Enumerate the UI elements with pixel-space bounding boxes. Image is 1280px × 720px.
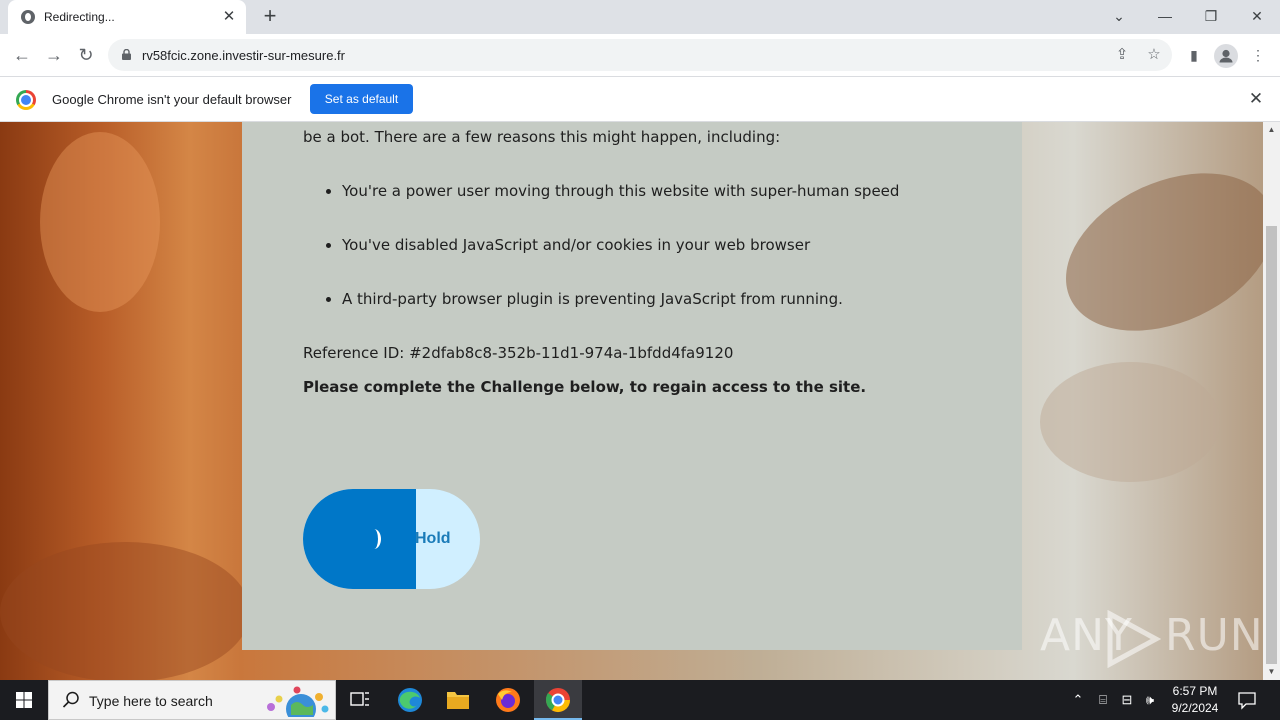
folder-icon: [447, 692, 469, 709]
watermark-text-right: RUN: [1165, 610, 1263, 661]
background-shape: [0, 542, 250, 680]
show-hidden-icons-icon[interactable]: ⌃: [1070, 690, 1086, 710]
back-arrow-icon[interactable]: ←: [9, 42, 35, 68]
share-icon[interactable]: ⇪: [1113, 46, 1131, 64]
task-view-button[interactable]: [336, 680, 384, 720]
profile-avatar[interactable]: [1214, 44, 1238, 68]
scroll-down-arrow-icon[interactable]: ▼: [1263, 664, 1280, 680]
globe-icon: [21, 10, 35, 24]
task-view-icon: [350, 692, 369, 706]
tab-strip: Redirecting... ✕ + ⌄ — ❐ ✕: [0, 0, 1280, 34]
clock-date: 9/2/2024: [1171, 701, 1219, 715]
page-scrollbar[interactable]: ▲ ▼: [1263, 122, 1280, 680]
background-shape: [1040, 142, 1263, 362]
chrome-taskbar-button[interactable]: [534, 680, 582, 720]
browser-tab[interactable]: Redirecting... ✕: [8, 0, 246, 34]
minimize-button[interactable]: —: [1150, 4, 1180, 28]
set-as-default-button[interactable]: Set as default: [310, 84, 413, 114]
reference-id: Reference ID: #2dfab8c8-352b-11d1-974a-1…: [303, 344, 734, 362]
list-item: A third-party browser plugin is preventi…: [342, 290, 899, 344]
system-clock[interactable]: 6:57 PM 9/2/2024: [1160, 683, 1230, 717]
lock-icon: [122, 49, 131, 60]
tab-close-icon[interactable]: ✕: [220, 8, 238, 26]
taskbar-search-box[interactable]: Type here to search: [48, 680, 336, 720]
hold-label: Hold: [415, 530, 451, 547]
list-item: You're a power user moving through this …: [342, 182, 899, 236]
close-window-button[interactable]: ✕: [1242, 4, 1272, 28]
spinner-icon: [367, 529, 381, 549]
new-tab-button[interactable]: +: [258, 5, 282, 29]
firefox-icon: [496, 688, 520, 712]
search-highlight-icon: [267, 686, 329, 717]
background-shape: [1040, 362, 1220, 482]
intro-text: be a bot. There are a few reasons this m…: [303, 128, 781, 146]
edge-taskbar-button[interactable]: [386, 680, 434, 720]
hold-progress-fill: [303, 489, 417, 589]
infobar-close-icon[interactable]: ✕: [1246, 89, 1266, 109]
tab-title: Redirecting...: [44, 10, 115, 24]
windows-taskbar: Type here to search ⌃ ⌸ ⊟ 🕪 6:57 PM 9/2/…: [0, 680, 1280, 720]
side-panel-icon[interactable]: ▮: [1183, 44, 1205, 66]
page-viewport: be a bot. There are a few reasons this m…: [0, 122, 1263, 680]
notification-icon[interactable]: [1236, 690, 1258, 710]
reasons-list: You're a power user moving through this …: [342, 182, 899, 344]
tab-search-icon[interactable]: ⌄: [1104, 4, 1134, 28]
chrome-logo-icon: [16, 90, 36, 110]
search-placeholder: Type here to search: [89, 693, 213, 709]
challenge-instruction: Please complete the Challenge below, to …: [303, 378, 867, 396]
default-browser-infobar: Google Chrome isn't your default browser…: [0, 76, 1280, 122]
watermark-play-icon: [1107, 610, 1162, 668]
volume-icon[interactable]: 🕪: [1140, 690, 1160, 710]
file-explorer-taskbar-button[interactable]: [434, 680, 482, 720]
restore-button[interactable]: ❐: [1196, 4, 1226, 28]
reload-icon[interactable]: ↻: [73, 42, 99, 68]
press-and-hold-button[interactable]: Hold: [303, 489, 480, 589]
browser-toolbar: ← → ↻ rv58fcic.zone.investir-sur-mesure.…: [0, 34, 1280, 76]
windows-logo-icon: [16, 692, 32, 708]
background-image: [40, 132, 160, 312]
clock-time: 6:57 PM: [1172, 684, 1218, 698]
forward-arrow-icon[interactable]: →: [41, 42, 67, 68]
network-icon[interactable]: ⊟: [1118, 690, 1136, 710]
address-bar[interactable]: rv58fcic.zone.investir-sur-mesure.fr ⇪ ☆: [108, 39, 1172, 71]
search-icon: [62, 691, 79, 708]
start-button[interactable]: [0, 680, 48, 720]
url-text: rv58fcic.zone.investir-sur-mesure.fr: [142, 48, 345, 63]
scrollbar-thumb[interactable]: [1266, 226, 1277, 664]
list-item: You've disabled JavaScript and/or cookie…: [342, 236, 899, 290]
menu-icon[interactable]: ⋮: [1247, 44, 1269, 66]
bookmark-star-icon[interactable]: ☆: [1145, 46, 1163, 64]
network-adapter-icon[interactable]: ⌸: [1094, 690, 1112, 710]
scroll-up-arrow-icon[interactable]: ▲: [1263, 122, 1280, 138]
firefox-taskbar-button[interactable]: [484, 680, 532, 720]
challenge-card: be a bot. There are a few reasons this m…: [242, 122, 1022, 650]
chrome-icon: [545, 688, 570, 713]
infobar-message: Google Chrome isn't your default browser: [52, 92, 292, 107]
edge-icon: [398, 688, 422, 712]
